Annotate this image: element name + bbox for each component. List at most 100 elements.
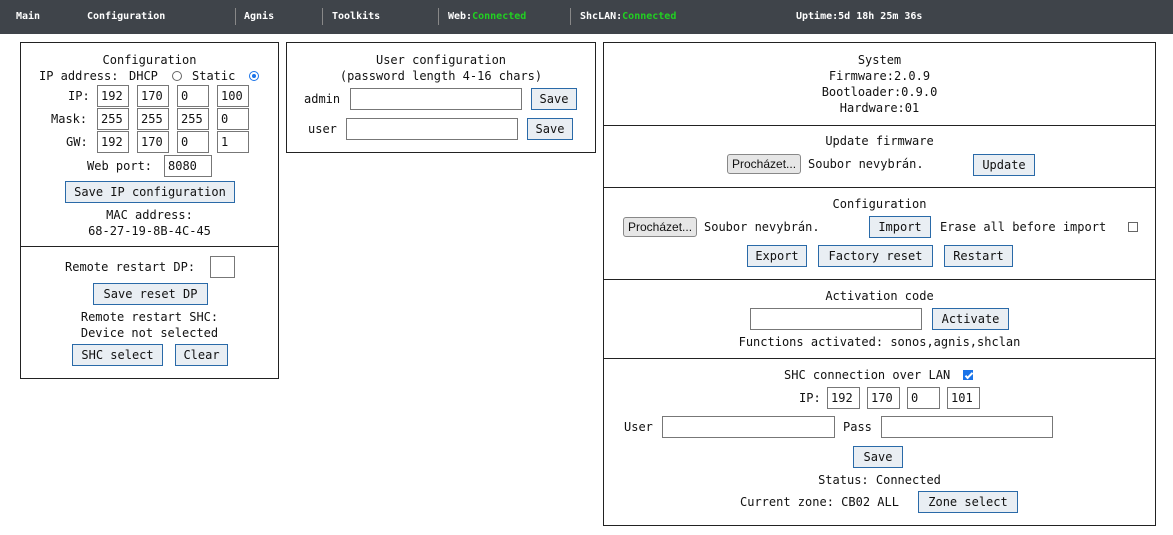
activate-button[interactable]: Activate (932, 308, 1009, 330)
shclan-status-value: Connected (622, 11, 677, 22)
mask-label: Mask: (51, 112, 88, 126)
mask-octet-3[interactable]: 255 (177, 108, 209, 130)
remote-restart-dp-label: Remote restart DP: (65, 260, 196, 274)
restart-button[interactable]: Restart (944, 245, 1013, 267)
nav-divider (235, 8, 236, 25)
ip-octet-4[interactable]: 100 (217, 85, 249, 107)
user-password-input[interactable] (346, 118, 518, 140)
nav-agnis[interactable]: Agnis (244, 11, 274, 22)
dhcp-radio[interactable] (172, 71, 182, 81)
bootloader-version: Bootloader:0.9.0 (821, 85, 938, 99)
top-navigation-bar: Main Configuration Agnis Toolkits Web:Co… (0, 0, 1173, 34)
config-file-status: Soubor nevybrán. (704, 220, 820, 234)
user-configuration-panel: User configuration (password length 4-16… (286, 42, 596, 153)
network-panel: Configuration IP address: DHCP Static IP… (20, 42, 279, 379)
shc-ip-octet-1[interactable]: 192 (827, 387, 860, 409)
nav-divider (570, 8, 571, 25)
shc-ip-label: IP: (799, 391, 821, 405)
nav-toolkits[interactable]: Toolkits (332, 11, 380, 22)
password-length-hint: (password length 4-16 chars) (339, 69, 543, 83)
user-configuration-title: User configuration (375, 53, 507, 67)
section-divider (604, 279, 1155, 280)
gw-octet-2[interactable]: 170 (137, 131, 169, 153)
remote-restart-shc-label: Remote restart SHC: (80, 310, 219, 324)
ip-octet-2[interactable]: 170 (137, 85, 169, 107)
save-reset-dp-button[interactable]: Save reset DP (93, 283, 208, 305)
shc-save-button[interactable]: Save (853, 446, 903, 468)
web-status-label: Web: (448, 11, 473, 22)
remote-restart-dp-input[interactable] (210, 256, 235, 278)
section-divider (604, 187, 1155, 188)
ip-octet-1[interactable]: 192 (97, 85, 129, 107)
admin-save-button[interactable]: Save (531, 88, 577, 110)
hardware-version: Hardware:01 (839, 101, 920, 115)
section-divider (21, 246, 278, 247)
shc-ip-octet-3[interactable]: 0 (907, 387, 940, 409)
shc-user-input[interactable] (662, 416, 835, 438)
ip-address-label: IP address: (39, 69, 119, 83)
config-io-title: Configuration (832, 197, 927, 211)
shc-status: Status: Connected (818, 473, 941, 487)
shc-pass-label: Pass (843, 420, 872, 434)
firmware-version: Firmware:2.0.9 (828, 69, 931, 83)
shc-connection-title: SHC connection over LAN (784, 368, 951, 382)
factory-reset-button[interactable]: Factory reset (818, 245, 933, 267)
nav-divider (438, 8, 439, 25)
mask-octet-2[interactable]: 255 (137, 108, 169, 130)
shc-select-button[interactable]: SHC select (72, 344, 163, 366)
clear-button[interactable]: Clear (175, 344, 228, 366)
shc-pass-input[interactable] (881, 416, 1053, 438)
nav-configuration[interactable]: Configuration (87, 11, 165, 22)
shc-ip-octet-2[interactable]: 170 (867, 387, 900, 409)
activation-code-input[interactable] (750, 308, 922, 330)
import-button[interactable]: Import (869, 216, 931, 238)
shclan-status-label: ShcLAN: (580, 11, 623, 22)
admin-password-input[interactable] (350, 88, 522, 110)
gw-octet-4[interactable]: 1 (217, 131, 249, 153)
update-firmware-title: Update firmware (825, 134, 934, 148)
erase-before-import-label: Erase all before import (940, 220, 1107, 234)
uptime: Uptime:5d 18h 25m 36s (796, 11, 922, 22)
web-port-label: Web port: (87, 159, 153, 173)
save-ip-configuration-button[interactable]: Save IP configuration (65, 181, 235, 203)
static-label: Static (192, 69, 236, 83)
current-zone: Current zone: CB02 ALL (740, 495, 899, 509)
activation-title: Activation code (825, 289, 934, 303)
dhcp-label: DHCP (129, 69, 158, 83)
section-divider (604, 125, 1155, 126)
system-panel: System Firmware:2.0.9 Bootloader:0.9.0 H… (603, 42, 1156, 526)
ip-octet-3[interactable]: 0 (177, 85, 209, 107)
gw-octet-3[interactable]: 0 (177, 131, 209, 153)
shclan-status: ShcLAN:Connected (580, 11, 676, 22)
functions-activated: Functions activated: sonos,agnis,shclan (738, 335, 1021, 349)
user-label: user (308, 122, 337, 136)
update-button[interactable]: Update (973, 154, 1035, 176)
config-browse-button[interactable]: Procházet... (623, 217, 698, 237)
network-title: Configuration (102, 53, 197, 67)
static-radio[interactable] (249, 71, 259, 81)
user-save-button[interactable]: Save (527, 118, 573, 140)
firmware-file-status: Soubor nevybrán. (808, 157, 924, 171)
shc-ip-octet-4[interactable]: 101 (947, 387, 980, 409)
web-status-value: Connected (472, 11, 527, 22)
admin-label: admin (304, 92, 341, 106)
web-port-input[interactable]: 8080 (164, 155, 212, 177)
zone-select-button[interactable]: Zone select (918, 491, 1018, 513)
nav-main[interactable]: Main (16, 11, 40, 22)
system-title: System (857, 53, 902, 67)
shc-user-label: User (624, 420, 653, 434)
uptime-value: 5d 18h 25m 36s (838, 11, 923, 22)
shc-connection-checkbox[interactable] (963, 370, 973, 380)
gw-label: GW: (66, 135, 88, 149)
ip-label: IP: (68, 89, 90, 103)
firmware-browse-button[interactable]: Procházet... (727, 154, 802, 174)
gw-octet-1[interactable]: 192 (97, 131, 129, 153)
mac-address-value: 68-27-19-8B-4C-45 (88, 224, 211, 238)
section-divider (604, 358, 1155, 359)
web-status: Web:Connected (448, 11, 526, 22)
erase-before-import-checkbox[interactable] (1128, 222, 1138, 232)
uptime-label: Uptime: (796, 11, 839, 22)
mask-octet-4[interactable]: 0 (217, 108, 249, 130)
export-button[interactable]: Export (747, 245, 807, 267)
mask-octet-1[interactable]: 255 (97, 108, 129, 130)
